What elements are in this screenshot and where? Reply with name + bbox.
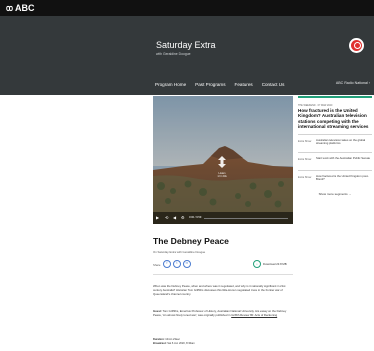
program-header: Saturday Extra with Geraldine Doogue Pro… bbox=[0, 16, 374, 95]
duration-value: 1 hr 23s bbox=[217, 175, 227, 179]
broadcast-meta-value: Sat 6 Jun 2020, 8:30am bbox=[166, 341, 195, 345]
program-nav: Program Home Past Programs Features Cont… bbox=[155, 74, 374, 94]
abc-topbar: ABC bbox=[0, 0, 374, 16]
download-icon: ↓ bbox=[253, 260, 261, 268]
left-gutter bbox=[0, 95, 153, 351]
network-link-label: ABC Radio National bbox=[335, 81, 368, 85]
article-subtitle: On Saturday Extra with Geraldine Doogue bbox=[153, 250, 206, 254]
article-guest-paragraph: Guest: Tom Griffiths, Emeritus Professor… bbox=[153, 309, 293, 317]
divider bbox=[153, 274, 293, 275]
rail-feature-title[interactable]: How fractured is the United Kingdom? Aus… bbox=[298, 108, 372, 130]
chevron-right-icon: › bbox=[368, 81, 370, 85]
show-more-segments-button[interactable]: Show more segments → bbox=[298, 192, 372, 196]
broadcast-row: Broadcast: Sat 6 Jun 2020, 8:30am bbox=[153, 342, 293, 346]
griffith-review-link[interactable]: Griffith Review 80: Acts of Reckoning bbox=[231, 313, 277, 317]
related-rail: THE WEEKEND · 07 MAR 2020 How fractured … bbox=[298, 96, 372, 251]
nav-past-programs[interactable]: Past Programs bbox=[195, 82, 225, 87]
rail-item-text: Start work with the Australian Public Se… bbox=[316, 155, 371, 160]
facebook-share-icon[interactable]: f bbox=[163, 260, 171, 268]
email-share-icon[interactable]: ✉ bbox=[183, 260, 191, 268]
abc-lissajous-icon bbox=[6, 5, 13, 12]
video-player[interactable]: Listen 1 hr 23s ▶ ⟲ ◀ ⚙ 0:00 / 9:59 bbox=[153, 96, 293, 224]
progress-bar[interactable] bbox=[204, 218, 288, 219]
current-time: 0:00 / 9:59 bbox=[189, 216, 202, 219]
rail-item[interactable]: Extra Show Australian television takes o… bbox=[298, 133, 372, 152]
rail-item-label: Extra Show bbox=[298, 175, 312, 179]
play-speaker-icon[interactable] bbox=[217, 156, 227, 168]
page: ABC Saturday Extra with Geraldine Doogue… bbox=[0, 0, 374, 351]
program-title[interactable]: Saturday Extra bbox=[156, 40, 216, 50]
article: The Debney Peace On Saturday Extra with … bbox=[153, 224, 293, 345]
duration-meta-label: Duration: bbox=[153, 338, 165, 341]
broadcast-meta-label: Broadcast: bbox=[153, 341, 167, 345]
abc-logo[interactable]: ABC bbox=[6, 3, 35, 13]
rail-item-text: How fractured is the United Kingdom post… bbox=[316, 173, 369, 182]
duration-meta-value: 10min 23sec bbox=[164, 338, 180, 341]
twitter-share-icon[interactable]: t bbox=[173, 260, 181, 268]
nav-program-home[interactable]: Program Home bbox=[155, 82, 186, 87]
download-button[interactable]: ↓ Download 23.8 MB bbox=[253, 260, 287, 268]
rail-item-label: Extra Show bbox=[298, 157, 312, 161]
player-control-bar: ▶ ⟲ ◀ ⚙ 0:00 / 9:59 bbox=[153, 212, 293, 224]
volume-icon[interactable]: ◀ bbox=[173, 216, 176, 220]
rail-item[interactable]: Extra Show Start work with the Australia… bbox=[298, 151, 372, 170]
rail-item-label: Extra Show bbox=[298, 139, 312, 143]
settings-icon[interactable]: ⚙ bbox=[181, 216, 185, 220]
skip-back-icon[interactable]: ⟲ bbox=[165, 216, 168, 220]
article-meta: Duration: 10min 23sec Broadcast: Sat 6 J… bbox=[153, 338, 293, 345]
share-label: Share bbox=[153, 263, 161, 267]
network-link[interactable]: ABC Radio National › bbox=[336, 81, 370, 85]
rail-list: Extra Show Australian television takes o… bbox=[298, 133, 372, 188]
rail-item-text: Australian television takes on the globa… bbox=[316, 137, 366, 146]
rail-tag: THE WEEKEND · 07 MAR 2020 bbox=[298, 104, 333, 107]
article-paragraph: When was the Debney Peace, when and wher… bbox=[153, 284, 286, 296]
nav-contact-us[interactable]: Contact Us bbox=[262, 82, 285, 87]
show-more-label: Show more segments bbox=[318, 191, 348, 196]
share-row: Share f t ✉ ↓ Download 23.8 MB bbox=[153, 259, 293, 271]
program-subtitle: with Geraldine Doogue bbox=[156, 52, 191, 56]
article-title: The Debney Peace bbox=[153, 236, 229, 246]
abc-logo-text: ABC bbox=[15, 3, 35, 13]
arrow-right-icon: → bbox=[348, 191, 352, 196]
radio-national-badge-icon[interactable] bbox=[349, 38, 364, 53]
download-label: Download 23.8 MB bbox=[263, 262, 287, 266]
duration-info: Listen 1 hr 23s bbox=[211, 172, 233, 178]
nav-features[interactable]: Features bbox=[235, 82, 253, 87]
rail-item[interactable]: Extra Show How fractured is the United K… bbox=[298, 169, 372, 188]
rail-accent-bar bbox=[298, 96, 372, 98]
play-icon[interactable]: ▶ bbox=[156, 216, 159, 220]
